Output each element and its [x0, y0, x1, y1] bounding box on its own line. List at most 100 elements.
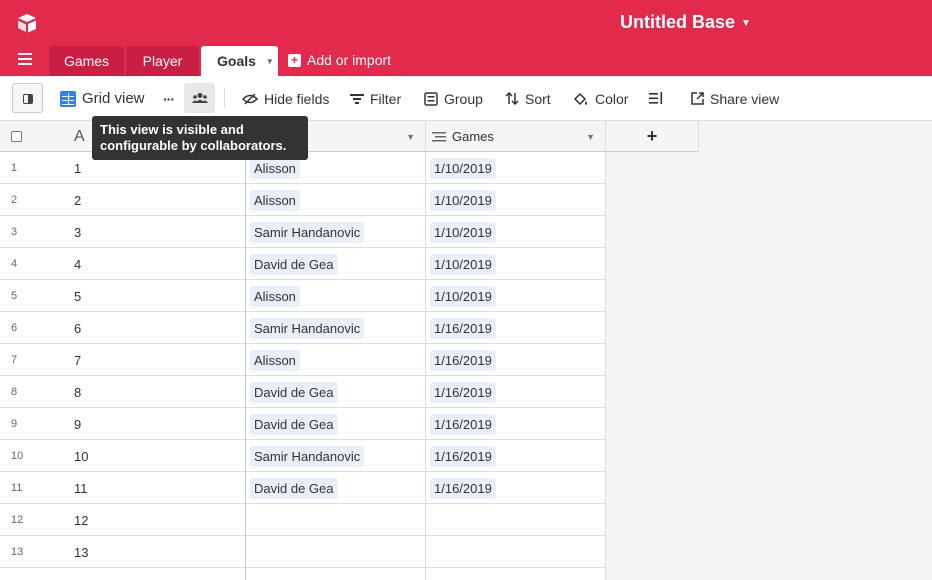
color-button[interactable]: Color [573, 76, 628, 121]
cell-player[interactable]: David de Gea [246, 408, 426, 440]
collaborative-view-button[interactable] [184, 83, 215, 113]
linked-record-pill[interactable]: 1/10/2019 [430, 285, 496, 307]
sidebar-toggle-button[interactable] [12, 83, 43, 113]
base-title[interactable]: Untitled Base ▼ [620, 12, 751, 33]
more-options-button[interactable]: ··· [163, 76, 175, 121]
cell-primary[interactable]: 7 [60, 344, 246, 376]
linked-record-pill[interactable]: 1/10/2019 [430, 253, 496, 275]
table-row[interactable]: 12 12 [0, 504, 606, 536]
table-row[interactable]: 3 3 Samir Handanovic 1/10/2019 [0, 216, 606, 248]
chevron-down-icon[interactable]: ▼ [266, 57, 274, 66]
column-header-games[interactable]: Games ▼ [426, 121, 606, 152]
table-row[interactable]: 8 8 David de Gea 1/16/2019 [0, 376, 606, 408]
linked-record-pill[interactable]: David de Gea [250, 477, 338, 499]
linked-record-pill[interactable]: David de Gea [250, 413, 338, 435]
linked-record-pill[interactable]: Alisson [250, 157, 300, 179]
tab-player[interactable]: Player [126, 46, 199, 76]
cell-player[interactable]: David de Gea [246, 472, 426, 504]
cell-games[interactable]: 1/16/2019 [426, 408, 606, 440]
chevron-down-icon[interactable]: ▼ [406, 132, 415, 142]
tab-label: Goals [217, 53, 256, 69]
add-or-import-button[interactable]: + Add or import [288, 52, 391, 68]
cell-games[interactable]: 1/10/2019 [426, 152, 606, 184]
cell-primary[interactable]: 9 [60, 408, 246, 440]
linked-record-pill[interactable]: Samir Handanovic [250, 221, 365, 243]
cell-games[interactable]: 1/16/2019 [426, 344, 606, 376]
cell-player[interactable] [246, 536, 426, 568]
table-row[interactable]: 6 6 Samir Handanovic 1/16/2019 [0, 312, 606, 344]
cell-primary[interactable]: 2 [60, 184, 246, 216]
cell-games[interactable] [426, 568, 606, 580]
cell-primary[interactable] [60, 568, 246, 580]
table-row[interactable]: 2 2 Alisson 1/10/2019 [0, 184, 606, 216]
linked-record-pill[interactable]: Samir Handanovic [250, 317, 365, 339]
linked-record-pill[interactable]: Alisson [250, 349, 300, 371]
linked-record-pill[interactable]: 1/16/2019 [430, 445, 496, 467]
cell-player[interactable] [246, 504, 426, 536]
share-view-button[interactable]: Share view [691, 76, 779, 121]
cell-games[interactable]: 1/10/2019 [426, 184, 606, 216]
filter-button[interactable]: Filter [350, 76, 401, 121]
table-row[interactable] [0, 568, 606, 580]
linked-record-pill[interactable]: Samir Handanovic [250, 445, 365, 467]
linked-record-pill[interactable]: David de Gea [250, 253, 338, 275]
cell-player[interactable]: Alisson [246, 184, 426, 216]
linked-record-pill[interactable]: 1/10/2019 [430, 189, 496, 211]
table-row[interactable]: 13 13 [0, 536, 606, 568]
table-row[interactable]: 7 7 Alisson 1/16/2019 [0, 344, 606, 376]
tab-games[interactable]: Games [49, 46, 124, 76]
cell-player[interactable]: David de Gea [246, 248, 426, 280]
linked-record-pill[interactable]: Alisson [250, 285, 300, 307]
linked-record-pill[interactable]: Alisson [250, 189, 300, 211]
table-row[interactable]: 9 9 David de Gea 1/16/2019 [0, 408, 606, 440]
cell-primary[interactable]: 13 [60, 536, 246, 568]
cell-player[interactable] [246, 568, 426, 580]
select-all-checkbox[interactable] [0, 121, 60, 152]
cell-primary[interactable]: 10 [60, 440, 246, 472]
linked-record-pill[interactable]: David de Gea [250, 381, 338, 403]
cell-games[interactable] [426, 504, 606, 536]
cell-primary[interactable]: 6 [60, 312, 246, 344]
sort-button[interactable]: Sort [505, 76, 551, 121]
linked-record-pill[interactable]: 1/16/2019 [430, 349, 496, 371]
cell-player[interactable]: Samir Handanovic [246, 216, 426, 248]
linked-record-pill[interactable]: 1/10/2019 [430, 221, 496, 243]
linked-record-pill[interactable]: 1/10/2019 [430, 157, 496, 179]
cell-player[interactable]: Alisson [246, 344, 426, 376]
cell-games[interactable]: 1/10/2019 [426, 280, 606, 312]
cell-player[interactable]: Samir Handanovic [246, 440, 426, 472]
cell-primary[interactable]: 8 [60, 376, 246, 408]
hide-fields-button[interactable]: Hide fields [242, 76, 329, 121]
linked-record-pill[interactable]: 1/16/2019 [430, 317, 496, 339]
cell-games[interactable]: 1/16/2019 [426, 312, 606, 344]
linked-record-pill[interactable]: 1/16/2019 [430, 413, 496, 435]
menu-icon[interactable] [18, 53, 32, 65]
cell-player[interactable]: Samir Handanovic [246, 312, 426, 344]
add-field-button[interactable]: + [606, 121, 699, 152]
cell-primary[interactable]: 11 [60, 472, 246, 504]
cell-primary[interactable]: 5 [60, 280, 246, 312]
linked-record-pill[interactable]: 1/16/2019 [430, 381, 496, 403]
cell-primary[interactable]: 12 [60, 504, 246, 536]
group-button[interactable]: Group [424, 76, 483, 121]
view-switcher[interactable]: Grid view [60, 76, 145, 121]
cell-player[interactable]: Alisson [246, 280, 426, 312]
table-row[interactable]: 4 4 David de Gea 1/10/2019 [0, 248, 606, 280]
cell-primary[interactable]: 4 [60, 248, 246, 280]
airtable-logo-icon[interactable] [16, 12, 38, 34]
cell-player[interactable]: David de Gea [246, 376, 426, 408]
chevron-down-icon[interactable]: ▼ [586, 132, 595, 142]
cell-games[interactable] [426, 536, 606, 568]
cell-games[interactable]: 1/16/2019 [426, 440, 606, 472]
cell-games[interactable]: 1/10/2019 [426, 216, 606, 248]
row-height-button[interactable] [649, 76, 663, 121]
table-row[interactable]: 11 11 David de Gea 1/16/2019 [0, 472, 606, 504]
cell-games[interactable]: 1/16/2019 [426, 376, 606, 408]
cell-games[interactable]: 1/10/2019 [426, 248, 606, 280]
cell-games[interactable]: 1/16/2019 [426, 472, 606, 504]
table-row[interactable]: 10 10 Samir Handanovic 1/16/2019 [0, 440, 606, 472]
cell-primary[interactable]: 3 [60, 216, 246, 248]
table-row[interactable]: 5 5 Alisson 1/10/2019 [0, 280, 606, 312]
tab-goals[interactable]: Goals ▼ [201, 46, 278, 76]
linked-record-pill[interactable]: 1/16/2019 [430, 477, 496, 499]
